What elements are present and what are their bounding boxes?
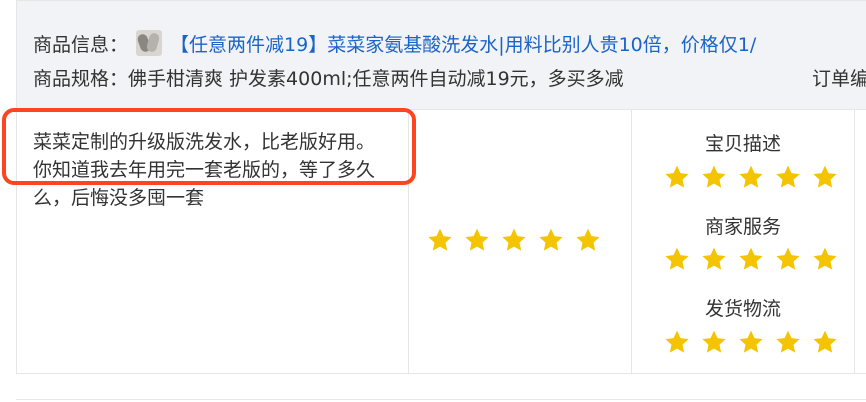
star-icon [502,228,526,251]
product-header: 商品信息： 【任意两件减19】菜菜家氨基酸洗发水|用料比别人贵10倍，价格仅1/ … [17,1,866,110]
review-rating-stars [427,227,601,253]
star-icon [739,330,763,353]
product-thumbnail[interactable] [136,30,163,56]
star-icon [428,228,452,251]
rating-label-description: 宝贝描述 [704,133,781,155]
product-spec-value: 佛手柑清爽 护发素400ml;任意两件自动减19元，多买多减 [128,68,624,90]
rating-column [408,109,632,373]
highlight-annotation [2,108,416,185]
order-number-label: 订单编 [812,68,866,90]
star-icon [702,330,726,353]
star-icon [813,330,837,353]
star-icon [813,247,837,270]
star-icon [702,165,726,188]
star-icon [739,247,763,270]
shop-ratings-column: 宝贝描述 商家服务 发货物流 [631,109,855,373]
star-icon [776,330,800,353]
product-info-line: 商品信息： 【任意两件减19】菜菜家氨基酸洗发水|用料比别人贵10倍，价格仅1/ [33,30,756,58]
star-icon [665,165,689,188]
star-icon [776,165,800,188]
rating-label-service: 商家服务 [704,216,781,238]
star-icon [665,247,689,270]
product-title-link[interactable]: 【任意两件减19】菜菜家氨基酸洗发水|用料比别人贵10倍，价格仅1/ [170,34,756,56]
product-spec-label: 商品规格： [33,68,129,90]
star-icon [702,247,726,270]
star-icon [665,330,689,353]
divider [16,399,866,400]
star-icon [739,165,763,188]
star-icon [539,228,563,251]
rating-stars-description [664,164,838,190]
star-icon [576,228,600,251]
star-icon [813,165,837,188]
product-info-label: 商品信息： [33,34,129,56]
star-icon [465,228,489,251]
rating-stars-service [664,246,838,272]
review-card: 商品信息： 【任意两件减19】菜菜家氨基酸洗发水|用料比别人贵10倍，价格仅1/ … [16,0,866,374]
star-icon [776,247,800,270]
product-spec-line: 商品规格：佛手柑清爽 护发素400ml;任意两件自动减19元，多买多减 [33,66,624,92]
rating-stars-logistics [664,329,838,355]
rating-label-logistics: 发货物流 [704,298,781,320]
